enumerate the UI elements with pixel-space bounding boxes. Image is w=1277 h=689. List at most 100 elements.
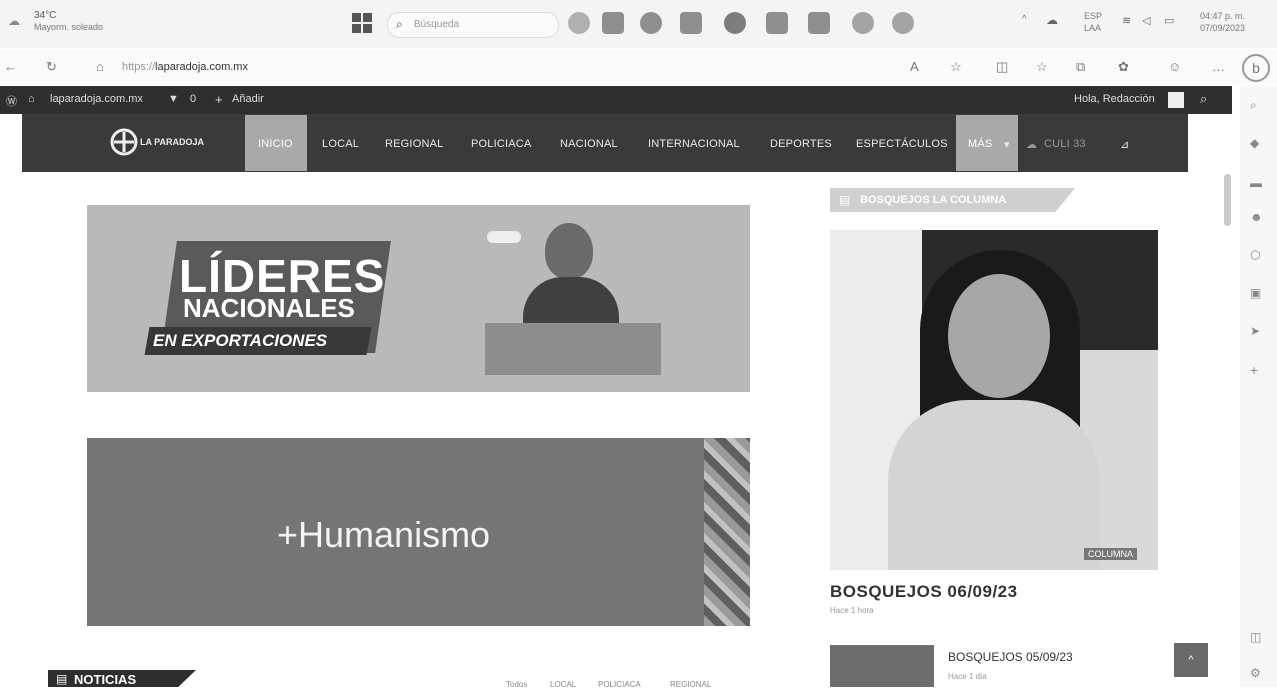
plus-icon[interactable]: + bbox=[215, 92, 223, 107]
news-tab-todos[interactable]: Todos bbox=[506, 680, 527, 689]
weather-icon[interactable]: ☁ bbox=[8, 14, 20, 28]
scroll-to-top-button[interactable]: ^ bbox=[1174, 643, 1208, 677]
nav-item-deportes[interactable]: DEPORTES bbox=[770, 138, 832, 150]
ad-banner-humanismo[interactable]: +Humanismo bbox=[87, 438, 750, 626]
settings-gear-icon[interactable] bbox=[852, 12, 874, 34]
search-icon[interactable]: ⌕ bbox=[1250, 98, 1257, 113]
games-icon[interactable]: ⬡ bbox=[1250, 248, 1260, 262]
logo-text[interactable]: LA PARADOJA bbox=[140, 137, 204, 147]
photo-badge: COLUMNA bbox=[1084, 548, 1138, 560]
nav-item-nacional[interactable]: NACIONAL bbox=[560, 138, 618, 150]
column-icon: ▤ bbox=[839, 193, 851, 207]
volume-icon[interactable]: ◁ bbox=[1142, 14, 1150, 27]
article-meta: Hace 1 hora bbox=[830, 606, 874, 615]
admin-greeting[interactable]: Hola, Redacción bbox=[1074, 93, 1155, 105]
browser-toolbar: ← ↻ ⌂ https://laparadoja.com.mx A ☆ ◫ ☆ … bbox=[0, 50, 1277, 84]
add-new-link[interactable]: Añadir bbox=[232, 93, 264, 105]
app-icon[interactable] bbox=[892, 12, 914, 34]
article-title[interactable]: BOSQUEJOS 06/09/23 bbox=[830, 582, 1018, 602]
language-top[interactable]: ESP bbox=[1084, 11, 1102, 22]
site-home-icon: ⌂ bbox=[28, 93, 35, 105]
person-head bbox=[545, 223, 593, 279]
logo-icon[interactable] bbox=[110, 128, 138, 156]
add-icon[interactable]: + bbox=[1250, 362, 1258, 378]
news-tab-regional[interactable]: REGIONAL bbox=[670, 680, 711, 689]
tag-icon[interactable]: ◆ bbox=[1250, 136, 1259, 150]
nav-item-internacional[interactable]: INTERNACIONAL bbox=[648, 138, 740, 150]
task-view-icon[interactable] bbox=[602, 12, 624, 34]
send-icon[interactable]: ➤ bbox=[1250, 324, 1260, 338]
banner-title-line2: NACIONALES bbox=[183, 293, 355, 323]
collections-icon[interactable]: ⧉ bbox=[1076, 59, 1085, 75]
banner-subtitle: EN EXPORTACIONES bbox=[153, 331, 328, 350]
sidebar-toggle-icon[interactable]: ◫ bbox=[1250, 630, 1261, 644]
sidebar-section-title: BOSQUEJOS LA COLUMNA bbox=[860, 194, 1007, 206]
cloud-icon[interactable]: ☁ bbox=[1046, 13, 1058, 27]
chevron-up-icon[interactable]: ^ bbox=[1022, 14, 1027, 25]
read-aloud-icon[interactable]: A bbox=[910, 59, 919, 74]
ad-banner-exportaciones[interactable]: LÍDERES NACIONALES EN EXPORTACIONES bbox=[87, 205, 750, 392]
person-blouse bbox=[888, 400, 1100, 570]
article-title-secondary[interactable]: BOSQUEJOS 05/09/23 bbox=[948, 650, 1073, 664]
start-button[interactable] bbox=[352, 13, 372, 33]
admin-site-link[interactable]: laparadoja.com.mx bbox=[50, 93, 143, 105]
windows-logo-icon bbox=[352, 13, 372, 33]
sidebar-section-header: ▤ BOSQUEJOS LA COLUMNA bbox=[830, 188, 1075, 212]
people-icon[interactable]: ☻ bbox=[1250, 210, 1263, 224]
comments-count[interactable]: 0 bbox=[190, 93, 196, 105]
extensions-icon[interactable]: ✿ bbox=[1118, 59, 1129, 75]
windows-taskbar: ☁ 34°C Mayorm. soleado ⌕ Búsqueda ^ ☁ ES… bbox=[0, 0, 1277, 48]
newspaper-icon: ▤ bbox=[56, 672, 68, 686]
briefcase-icon[interactable]: ▬ bbox=[1250, 176, 1262, 190]
airplane-icon bbox=[487, 231, 521, 243]
nav-item-inicio[interactable]: INICIO bbox=[258, 138, 293, 150]
trucks-illustration bbox=[485, 323, 661, 375]
news-tab-local[interactable]: LOCAL bbox=[550, 680, 576, 689]
news-section-title: NOTICIAS bbox=[74, 672, 137, 687]
comments-icon[interactable]: ▼ bbox=[168, 93, 179, 105]
news-tab-policiaca[interactable]: POLICIACA bbox=[598, 680, 641, 689]
favorites-icon[interactable]: ☆ bbox=[1036, 59, 1048, 75]
office-icon[interactable]: ▣ bbox=[1250, 286, 1261, 300]
home-icon[interactable]: ⌂ bbox=[96, 59, 104, 74]
taskbar-search-placeholder: Búsqueda bbox=[414, 19, 460, 30]
copilot-icon[interactable] bbox=[568, 12, 590, 34]
bing-copilot-icon[interactable]: b bbox=[1242, 54, 1270, 82]
settings-icon[interactable]: ⚙ bbox=[1250, 666, 1261, 680]
wordpress-logo-icon[interactable]: Ⓦ bbox=[6, 93, 17, 109]
nav-item-local[interactable]: LOCAL bbox=[322, 138, 359, 150]
taskbar-search-box[interactable]: ⌕ Búsqueda bbox=[387, 12, 559, 38]
chevron-down-icon[interactable]: ▾ bbox=[1004, 138, 1010, 151]
word-icon[interactable] bbox=[808, 12, 830, 34]
nav-weather: CULI 33 bbox=[1044, 138, 1086, 150]
nav-item-mas[interactable]: MÁS bbox=[968, 138, 992, 150]
edge-browser-icon[interactable] bbox=[724, 12, 746, 34]
column-feature-image[interactable]: COLUMNA bbox=[830, 230, 1158, 570]
weather-cloud-icon: ☁ bbox=[1026, 139, 1038, 151]
search-icon: ⌕ bbox=[396, 17, 403, 31]
weather-temp[interactable]: 34°C bbox=[34, 10, 56, 21]
more-menu-icon[interactable]: … bbox=[1212, 59, 1225, 74]
address-bar[interactable]: https://laparadoja.com.mx bbox=[122, 61, 248, 73]
store-icon[interactable] bbox=[766, 12, 788, 34]
refresh-icon[interactable]: ↻ bbox=[46, 59, 57, 75]
clock-date[interactable]: 07/09/2023 bbox=[1200, 23, 1245, 34]
file-explorer-icon[interactable] bbox=[680, 12, 702, 34]
split-screen-icon[interactable]: ◫ bbox=[996, 59, 1008, 75]
clock-time[interactable]: 04:47 p. m. bbox=[1200, 11, 1245, 22]
profile-icon[interactable]: ☺ bbox=[1168, 59, 1181, 74]
chat-icon[interactable] bbox=[640, 12, 662, 34]
article-thumbnail[interactable] bbox=[830, 645, 934, 687]
nav-item-regional[interactable]: REGIONAL bbox=[385, 138, 443, 150]
admin-search-icon[interactable]: ⌕ bbox=[1200, 91, 1207, 107]
battery-icon[interactable]: ▭ bbox=[1164, 14, 1174, 27]
language-bottom[interactable]: LAA bbox=[1084, 23, 1101, 34]
nav-item-espectaculos[interactable]: ESPECTÁCULOS bbox=[856, 138, 948, 150]
wifi-icon[interactable]: ≋ bbox=[1122, 14, 1131, 27]
back-arrow-icon[interactable]: ← bbox=[4, 59, 17, 74]
rss-icon[interactable]: ⊿ bbox=[1120, 138, 1129, 151]
page-scrollbar[interactable] bbox=[1224, 174, 1231, 226]
favorite-star-icon[interactable]: ☆ bbox=[950, 59, 962, 75]
nav-item-policiaca[interactable]: POLICIACA bbox=[471, 138, 532, 150]
avatar[interactable] bbox=[1168, 92, 1184, 108]
